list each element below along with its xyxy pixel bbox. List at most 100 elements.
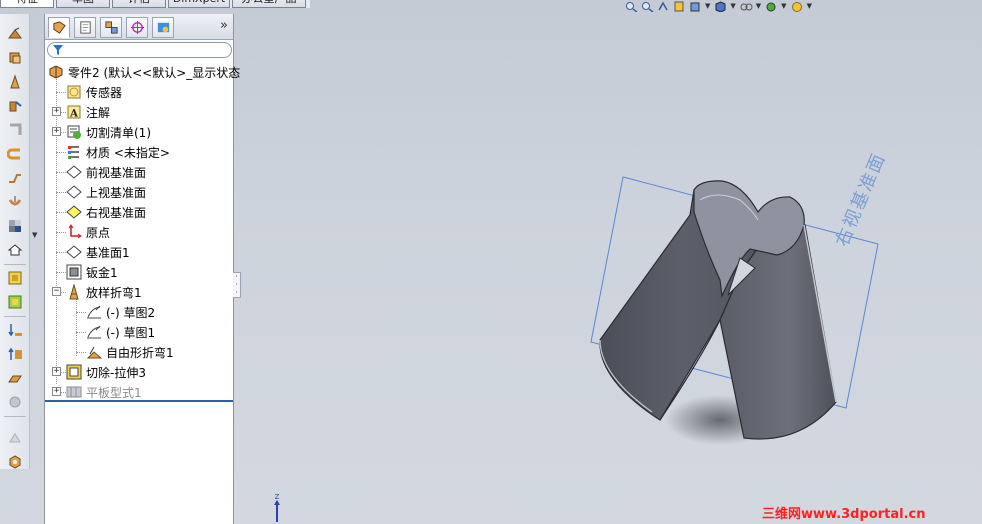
expand-toggle[interactable]: + bbox=[52, 127, 61, 136]
sheetmetal-icon bbox=[66, 264, 82, 280]
tree-item-label: 切除-拉伸3 bbox=[86, 365, 146, 380]
zoom-to-area-icon[interactable] bbox=[641, 0, 655, 12]
material-icon bbox=[66, 144, 82, 160]
tree-item-label: 前视基准面 bbox=[86, 165, 147, 180]
miter-flange-icon[interactable] bbox=[4, 120, 26, 140]
tab-sketch[interactable]: 草图 bbox=[56, 0, 110, 8]
sketched-bend-icon[interactable] bbox=[4, 192, 26, 212]
tree-item-cut-extrude3[interactable]: 切除-拉伸3 bbox=[66, 362, 146, 382]
dropdown-arrow-icon[interactable]: ▼ bbox=[705, 0, 710, 12]
featuremanager-panel: » 零件2 (默认<<默认>_显示状态 传感器 + A 注解 + 切割清单(1) bbox=[44, 14, 240, 524]
tree-item-sheet-metal1[interactable]: 钣金1 bbox=[66, 262, 118, 282]
jog-icon[interactable] bbox=[4, 168, 26, 188]
featuremanager-tab-icon[interactable] bbox=[48, 17, 70, 38]
tab-features[interactable]: 特征 bbox=[0, 0, 54, 8]
tree-item-label: 钣金1 bbox=[86, 265, 118, 280]
view-orientation-icon[interactable] bbox=[689, 0, 703, 12]
tree-item-label: 基准面1 bbox=[86, 245, 130, 260]
flat-pattern-icon bbox=[66, 384, 82, 400]
tree-item-sketch1[interactable]: (-) 草图1 bbox=[86, 322, 155, 342]
tree-item-front-plane[interactable]: 前视基准面 bbox=[66, 162, 146, 182]
sheet-metal-toolbar: ▼ bbox=[0, 14, 37, 472]
dropdown-arrow-icon[interactable]: ▼ bbox=[781, 0, 786, 12]
tree-item-top-plane[interactable]: 上视基准面 bbox=[66, 182, 146, 202]
section-view-icon[interactable] bbox=[673, 0, 687, 12]
tree-filter-input[interactable] bbox=[47, 42, 232, 58]
view-heads-up-toolbar: ▼ ▼ ▼ ▼ ▼ bbox=[625, 0, 814, 12]
manager-tabs: » bbox=[45, 14, 233, 40]
origin-icon bbox=[66, 224, 82, 240]
plane-icon bbox=[66, 184, 82, 200]
configurationmanager-tab-icon[interactable] bbox=[100, 17, 122, 38]
tree-item-lofted-bend1[interactable]: 放样折弯1 bbox=[66, 282, 142, 302]
dropdown-arrow-icon[interactable]: ▼ bbox=[756, 0, 761, 12]
tree-item-label: 材质 <未指定> bbox=[86, 145, 170, 160]
expand-toggle[interactable]: + bbox=[52, 387, 61, 396]
display-style-icon[interactable] bbox=[714, 0, 728, 12]
hem-icon[interactable] bbox=[4, 144, 26, 164]
sketch-icon bbox=[86, 304, 102, 320]
watermark: 三维网www.3dportal.cn bbox=[762, 507, 926, 522]
tree-item-sketch2[interactable]: (-) 草图2 bbox=[86, 302, 155, 322]
insert-bends-icon[interactable] bbox=[4, 344, 26, 364]
tree-item-label: 自由形折弯1 bbox=[106, 345, 174, 360]
extruded-cut-disabled-icon bbox=[4, 428, 26, 448]
tree-item-label: 平板型式1 bbox=[86, 385, 142, 400]
tree-item-label: 传感器 bbox=[86, 85, 123, 100]
edge-flange-icon[interactable] bbox=[4, 96, 26, 116]
hide-show-items-icon[interactable] bbox=[740, 0, 754, 12]
expand-toggle[interactable]: + bbox=[52, 107, 61, 116]
previous-view-icon[interactable] bbox=[657, 0, 671, 12]
tree-item-right-plane[interactable]: 右视基准面 bbox=[66, 202, 146, 222]
tab-evaluate[interactable]: 评估 bbox=[112, 0, 166, 8]
dropdown-arrow-icon[interactable]: ▼ bbox=[807, 0, 812, 12]
unfold-icon[interactable] bbox=[4, 268, 26, 288]
edit-appearance-icon[interactable] bbox=[765, 0, 779, 12]
collapse-toggle[interactable]: − bbox=[52, 287, 61, 296]
plane-icon bbox=[66, 204, 82, 220]
expand-toggle[interactable]: + bbox=[52, 367, 61, 376]
filter-icon bbox=[53, 45, 63, 55]
tree-item-label: 切割清单(1) bbox=[86, 125, 151, 140]
rollback-bar[interactable] bbox=[45, 400, 233, 402]
tree-item-origin[interactable]: 原点 bbox=[66, 222, 110, 242]
collapse-chevron-icon[interactable]: » bbox=[220, 18, 228, 33]
fold-icon[interactable] bbox=[4, 292, 26, 312]
tree-root-label: 零件2 (默认<<默认>_显示状态 bbox=[68, 65, 241, 80]
displaymanager-tab-icon[interactable] bbox=[152, 17, 174, 38]
lofted-bend-tool-icon[interactable] bbox=[4, 72, 26, 92]
tree-item-label: (-) 草图2 bbox=[106, 305, 156, 320]
tree-item-material[interactable]: 材质 <未指定> bbox=[66, 142, 170, 162]
tree-item-flat-pattern1[interactable]: 平板型式1 bbox=[66, 382, 142, 402]
base-flange-icon[interactable] bbox=[4, 24, 26, 44]
part-model bbox=[590, 176, 879, 445]
no-bends-icon[interactable] bbox=[4, 320, 26, 340]
tree-item-sensors[interactable]: 传感器 bbox=[66, 82, 122, 102]
zoom-to-fit-icon[interactable] bbox=[625, 0, 639, 12]
tab-dimxpert[interactable]: DimXpert bbox=[168, 0, 230, 8]
tree-root-part[interactable]: 零件2 (默认<<默认>_显示状态 bbox=[48, 62, 240, 82]
sketch-icon bbox=[86, 324, 102, 340]
closed-corner-icon[interactable] bbox=[4, 240, 26, 260]
sensor-icon bbox=[66, 84, 82, 100]
lofted-bend-icon bbox=[66, 284, 82, 300]
dimxpertmanager-tab-icon[interactable] bbox=[126, 17, 148, 38]
plane-icon bbox=[66, 244, 82, 260]
cross-break-icon[interactable] bbox=[4, 216, 26, 236]
rip-icon[interactable] bbox=[4, 368, 26, 388]
tree-item-plane1[interactable]: 基准面1 bbox=[66, 242, 130, 262]
tree-item-label: (-) 草图1 bbox=[106, 325, 156, 340]
svg-text:A: A bbox=[69, 109, 78, 120]
convert-to-sheet-metal-icon[interactable] bbox=[4, 48, 26, 68]
simple-hole-icon[interactable] bbox=[4, 452, 26, 472]
tree-item-cut-list[interactable]: 切割清单(1) bbox=[66, 122, 151, 142]
dropdown-arrow-icon[interactable]: ▼ bbox=[32, 231, 37, 239]
dropdown-arrow-icon[interactable]: ▼ bbox=[730, 0, 735, 12]
tree-item-label: 右视基准面 bbox=[86, 205, 147, 220]
part-icon bbox=[48, 64, 64, 80]
apply-scene-icon[interactable] bbox=[791, 0, 805, 12]
tree-item-flat-pattern-feature[interactable]: 自由形折弯1 bbox=[86, 342, 174, 362]
propertymanager-tab-icon[interactable] bbox=[74, 17, 96, 38]
tree-item-annotations[interactable]: A 注解 bbox=[66, 102, 110, 122]
graphics-area[interactable] bbox=[240, 0, 982, 524]
